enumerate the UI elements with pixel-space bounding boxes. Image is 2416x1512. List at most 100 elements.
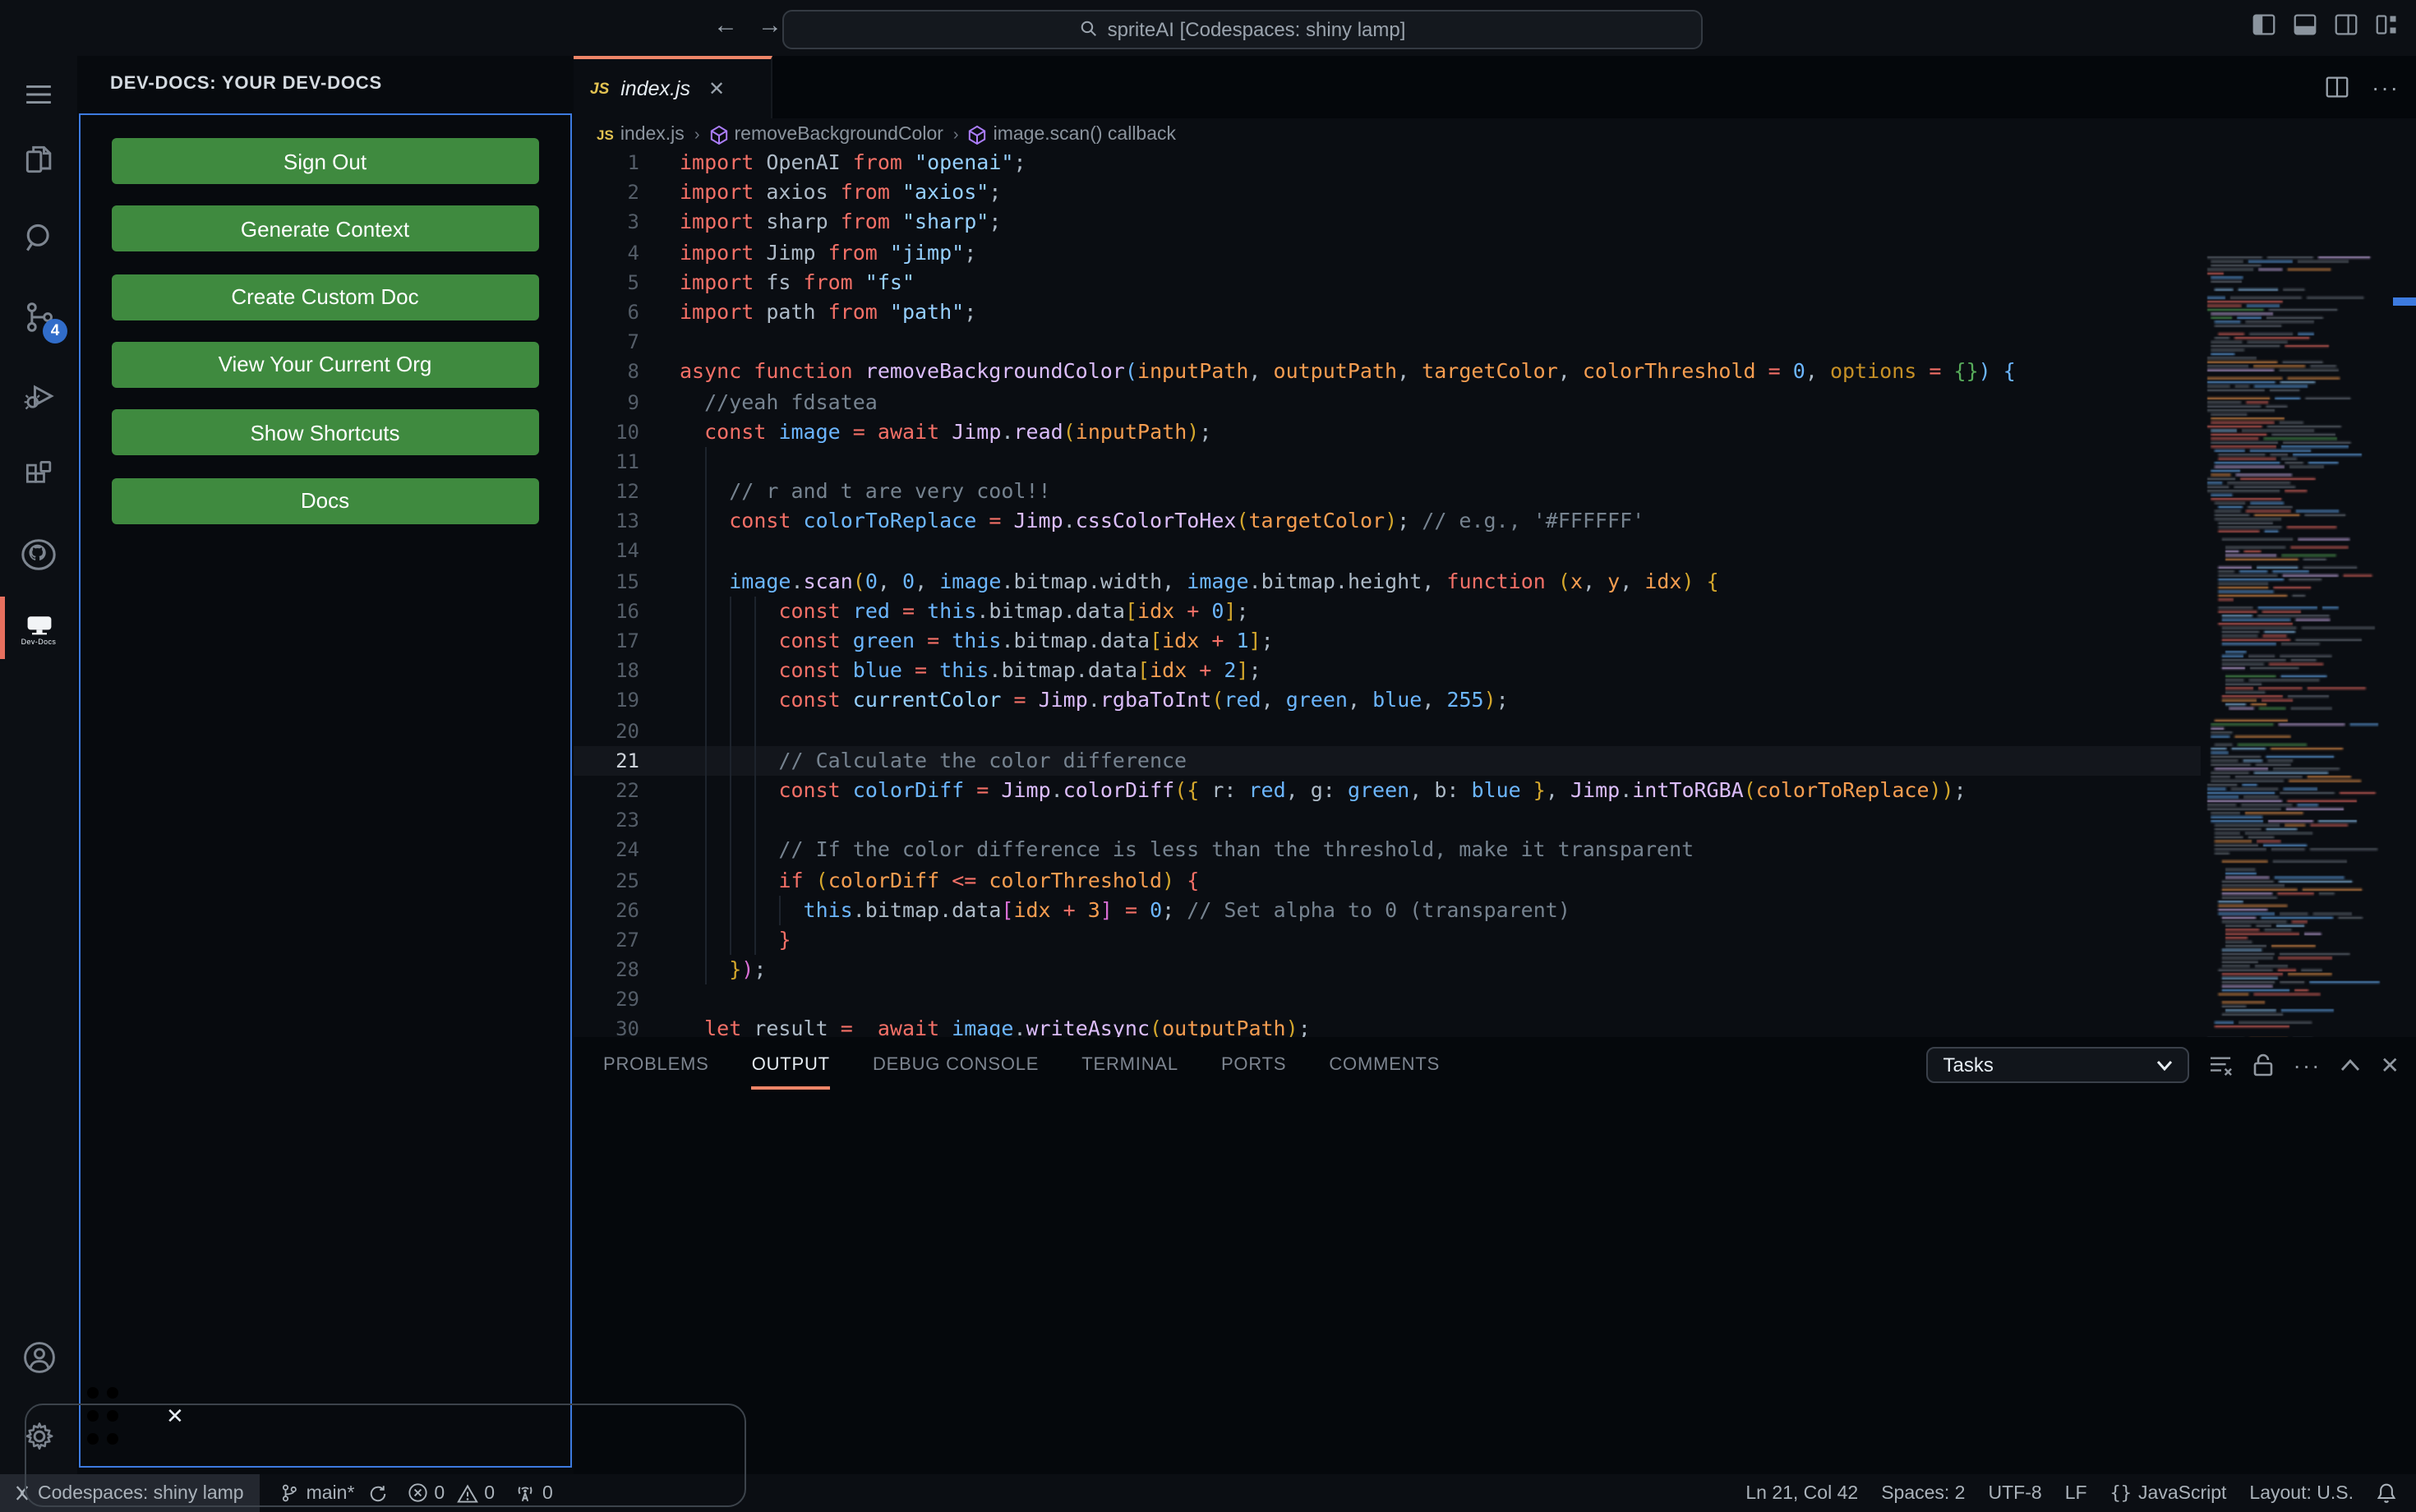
breadcrumb-separator: › — [694, 126, 700, 144]
eol-sequence[interactable]: LF — [2055, 1474, 2097, 1512]
tab-indexjs[interactable]: JS index.js ✕ — [574, 56, 772, 118]
code-text: } — [778, 926, 791, 952]
sidebar-button-view-your-current-org[interactable]: View Your Current Org — [112, 341, 538, 388]
run-debug-icon[interactable] — [0, 363, 77, 429]
github-icon[interactable] — [0, 521, 77, 587]
code-line[interactable]: 10 const image = await Jimp.read(inputPa… — [574, 417, 2201, 446]
ports-status[interactable]: 0 — [505, 1474, 563, 1512]
code-line[interactable]: 3 import sharp from "sharp"; — [574, 208, 2201, 237]
code-text: }); — [729, 957, 767, 982]
code-line[interactable]: 19 const currentColor = Jimp.rgbaToInt(r… — [574, 685, 2201, 717]
tab-close-icon[interactable]: ✕ — [708, 77, 725, 100]
search-sidebar-icon[interactable] — [0, 205, 77, 271]
code-line[interactable]: 9 //yeah fdsatea — [574, 387, 2201, 417]
lock-icon[interactable] — [2254, 1053, 2274, 1076]
breadcrumb-item[interactable]: removeBackgroundColor — [710, 125, 943, 145]
code-line[interactable]: 21 // Calculate the color difference — [574, 745, 2201, 776]
panel-tab-ports[interactable]: PORTS — [1221, 1037, 1286, 1093]
command-center-search[interactable]: spriteAI [Codespaces: shiny lamp] — [782, 9, 1703, 48]
git-branch-status[interactable]: main* — [270, 1474, 398, 1512]
code-line[interactable]: 8 async function removeBackgroundColor(in… — [574, 357, 2201, 387]
code-line[interactable]: 12 // r and t are very cool!! — [574, 477, 2201, 507]
maximize-panel-icon[interactable] — [2341, 1058, 2361, 1072]
problems-status[interactable]: 0 0 — [397, 1474, 505, 1512]
nav-back-icon[interactable]: ← — [713, 12, 738, 39]
devdocs-extension-icon[interactable]: Dev-Docs — [0, 597, 77, 662]
code-line[interactable]: 29 — [574, 985, 2201, 1015]
code-line[interactable]: 24 // If the color difference is less th… — [574, 835, 2201, 865]
code-line[interactable]: 2 import axios from "axios"; — [574, 177, 2201, 207]
line-number: 11 — [616, 449, 639, 473]
remote-indicator[interactable]: Codespaces: shiny lamp — [0, 1474, 261, 1512]
js-file-icon: JS — [590, 80, 610, 98]
toggle-primary-sidebar-icon[interactable] — [2252, 13, 2276, 36]
keyboard-layout[interactable]: Layout: U.S. — [2239, 1474, 2363, 1512]
sidebar-button-show-shortcuts[interactable]: Show Shortcuts — [112, 409, 538, 456]
code-line[interactable]: 14 — [574, 536, 2201, 567]
code-line[interactable]: 23 — [574, 805, 2201, 836]
language-mode[interactable]: {} JavaScript — [2100, 1474, 2237, 1512]
line-number: 30 — [616, 1017, 639, 1037]
indentation[interactable]: Spaces: 2 — [1871, 1474, 1975, 1512]
nav-forward-icon[interactable]: → — [758, 12, 782, 39]
close-panel-icon[interactable]: ✕ — [2381, 1051, 2400, 1079]
code-line[interactable]: 13 const colorToReplace = Jimp.cssColorT… — [574, 506, 2201, 537]
panel-tab-output[interactable]: OUTPUT — [751, 1037, 830, 1093]
panel-tab-terminal[interactable]: TERMINAL — [1081, 1037, 1178, 1093]
sidebar-button-sign-out[interactable]: Sign Out — [112, 138, 538, 184]
code-line[interactable]: 11 — [574, 446, 2201, 477]
indent-guide — [754, 716, 756, 746]
panel-tab-problems[interactable]: PROBLEMS — [603, 1037, 709, 1093]
code-line[interactable]: 18 const blue = this.bitmap.data[idx + 2… — [574, 656, 2201, 686]
breadcrumb-item[interactable]: image.scan() callback — [969, 125, 1176, 145]
sidebar-button-docs[interactable]: Docs — [112, 477, 538, 523]
code-line[interactable]: 4 import Jimp from "jimp"; — [574, 237, 2201, 267]
indent-guide — [704, 955, 707, 985]
code-line[interactable]: 1 import OpenAI from "openai"; — [574, 148, 2201, 177]
toggle-panel-icon[interactable] — [2293, 13, 2317, 36]
code-line[interactable]: 15 image.scan(0, 0, image.bitmap.width, … — [574, 566, 2201, 597]
encoding[interactable]: UTF-8 — [1979, 1474, 2052, 1512]
code-line[interactable]: 25 if (colorDiff <= colorThreshold) { — [574, 865, 2201, 896]
line-number: 4 — [627, 241, 639, 265]
indent-guide — [754, 895, 756, 925]
sidebar-button-generate-context[interactable]: Generate Context — [112, 205, 538, 252]
code-line[interactable]: 7 — [574, 327, 2201, 357]
accounts-icon[interactable] — [0, 1325, 77, 1390]
code-line[interactable]: 5 import fs from "fs" — [574, 268, 2201, 297]
toggle-secondary-sidebar-icon[interactable] — [2334, 13, 2358, 36]
code-line[interactable]: 27 } — [574, 924, 2201, 956]
editor-more-actions-icon[interactable]: ··· — [2372, 74, 2400, 100]
minimap[interactable] — [2202, 253, 2390, 1037]
code-line[interactable]: 16 const red = this.bitmap.data[idx + 0]… — [574, 596, 2201, 626]
code-editor[interactable]: 1 import OpenAI from "openai"; 2 import axi… — [574, 148, 2416, 1037]
code-line[interactable]: 28 }); — [574, 955, 2201, 985]
code-line[interactable]: 22 const colorDiff = Jimp.colorDiff({ r:… — [574, 775, 2201, 806]
notifications-bell[interactable] — [2367, 1474, 2406, 1512]
output-channel-select[interactable]: Tasks — [1926, 1047, 2190, 1083]
code-line[interactable]: 30 let result = await image.writeAsync(o… — [574, 1015, 2201, 1037]
code-line[interactable]: 6 import path from "path"; — [574, 297, 2201, 327]
code-line[interactable]: 20 — [574, 716, 2201, 746]
breadcrumb-item[interactable]: JS index.js — [597, 125, 685, 145]
customize-layout-icon[interactable] — [2375, 13, 2400, 36]
code-text: import sharp from "sharp"; — [680, 209, 1002, 234]
extensions-icon[interactable] — [0, 442, 77, 508]
panel-more-actions-icon[interactable]: ··· — [2294, 1052, 2321, 1078]
chevron-down-icon — [2157, 1060, 2173, 1071]
sidebar-button-create-custom-doc[interactable]: Create Custom Doc — [112, 274, 538, 320]
cursor-position[interactable]: Ln 21, Col 42 — [1736, 1474, 1868, 1512]
webview-close-icon[interactable]: ✕ — [166, 1404, 184, 1430]
settings-gear-icon[interactable] — [0, 1404, 77, 1469]
indent-guide — [729, 716, 731, 746]
explorer-icon[interactable] — [0, 127, 77, 192]
clear-output-icon[interactable] — [2210, 1054, 2234, 1076]
editor-tab-bar: JS index.js ✕ ··· — [574, 56, 2416, 118]
panel-tab-comments[interactable]: COMMENTS — [1329, 1037, 1440, 1093]
source-control-icon[interactable]: 4 — [0, 284, 77, 350]
menu-icon[interactable] — [0, 61, 77, 127]
split-editor-icon[interactable] — [2326, 76, 2349, 99]
code-line[interactable]: 26 this.bitmap.data[idx + 3] = 0; // Set… — [574, 895, 2201, 925]
code-line[interactable]: 17 const green = this.bitmap.data[idx + … — [574, 626, 2201, 657]
panel-tab-debug-console[interactable]: DEBUG CONSOLE — [873, 1037, 1039, 1093]
